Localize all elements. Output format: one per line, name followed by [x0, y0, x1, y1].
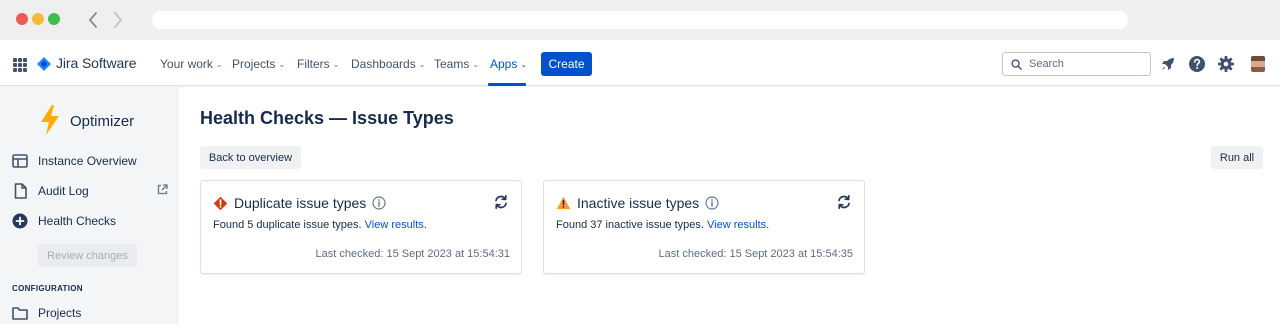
chevron-down-icon: ⌄	[215, 59, 223, 69]
sidebar-item-health-checks[interactable]: Health Checks	[12, 211, 172, 231]
jira-logo-icon[interactable]	[36, 56, 52, 72]
external-link-icon	[157, 184, 168, 198]
chevron-down-icon: ⌄	[278, 59, 286, 69]
table-layout-icon	[12, 153, 28, 169]
sidebar-item-projects[interactable]: Projects	[12, 303, 172, 323]
card-description: Found 37 inactive issue types. View resu…	[556, 219, 769, 231]
refresh-icon[interactable]	[493, 194, 509, 210]
back-to-overview-button[interactable]: Back to overview	[200, 146, 301, 169]
warning-icon	[556, 196, 571, 210]
app-name: Optimizer	[70, 113, 135, 130]
nav-your-work[interactable]: Your work ⌄	[160, 57, 223, 71]
nav-label: Dashboards	[351, 57, 416, 71]
nav-apps[interactable]: Apps ⌄	[490, 57, 527, 71]
app-switcher-icon[interactable]	[13, 58, 27, 72]
product-name[interactable]: Jira Software	[56, 55, 137, 71]
nav-label: Projects	[232, 57, 276, 71]
lightning-bolt-icon	[41, 105, 59, 135]
close-window-button[interactable]	[16, 13, 28, 25]
search-field[interactable]	[1002, 52, 1151, 76]
chevron-down-icon: ⌄	[472, 59, 480, 69]
info-icon[interactable]	[372, 196, 386, 210]
avatar[interactable]	[1251, 56, 1265, 72]
run-all-button[interactable]: Run all	[1211, 146, 1263, 169]
document-icon	[12, 183, 28, 199]
help-icon[interactable]	[1187, 54, 1207, 74]
top-navigation: Jira Software Your work ⌄ Projects ⌄ Filte…	[0, 42, 1280, 86]
search-icon	[1011, 58, 1022, 70]
view-results-link[interactable]: View results	[365, 219, 424, 231]
sidebar-item-label: Instance Overview	[38, 154, 137, 168]
sidebar-item-label: Health Checks	[38, 214, 117, 228]
maximize-window-button[interactable]	[48, 13, 60, 25]
nav-projects[interactable]: Projects ⌄	[232, 57, 285, 71]
health-check-card-duplicate: Duplicate issue types Found 5 duplicate …	[200, 180, 522, 274]
forward-arrow-icon[interactable]	[110, 10, 126, 30]
nav-label: Apps	[490, 57, 518, 71]
sidebar-item-label: Audit Log	[38, 184, 89, 198]
folder-icon	[12, 305, 28, 321]
configuration-heading: CONFIGURATION	[12, 284, 83, 293]
sidebar-item-audit-log[interactable]: Audit Log	[12, 181, 172, 201]
chevron-down-icon: ⌄	[418, 59, 426, 69]
info-icon[interactable]	[705, 196, 719, 210]
active-tab-indicator	[488, 83, 526, 86]
nav-teams[interactable]: Teams ⌄	[434, 57, 479, 71]
settings-icon[interactable]	[1216, 54, 1236, 74]
nav-label: Filters	[297, 57, 330, 71]
card-title: Inactive issue types	[577, 195, 700, 211]
view-results-link[interactable]: View results	[707, 219, 766, 231]
rocket-icon[interactable]	[1158, 54, 1178, 74]
minimize-window-button[interactable]	[32, 13, 44, 25]
error-icon	[213, 196, 228, 210]
nav-label: Teams	[434, 57, 470, 71]
refresh-icon[interactable]	[836, 194, 852, 210]
search-input[interactable]	[1029, 58, 1139, 70]
page-title: Health Checks — Issue Types	[200, 108, 454, 128]
card-description: Found 5 duplicate issue types. View resu…	[213, 219, 427, 231]
add-circle-icon	[12, 213, 28, 229]
card-title: Duplicate issue types	[234, 195, 367, 211]
nav-filters[interactable]: Filters ⌄	[297, 57, 339, 71]
browser-toolbar	[0, 0, 1280, 40]
description-text: Found 5 duplicate issue types.	[213, 219, 365, 231]
address-bar[interactable]	[152, 11, 1128, 29]
description-end: .	[766, 219, 770, 231]
last-checked-text: Last checked: 15 Sept 2023 at 15:54:31	[315, 248, 510, 260]
review-changes-button[interactable]: Review changes	[38, 244, 137, 267]
description-end: .	[423, 219, 427, 231]
create-button[interactable]: Create	[541, 52, 592, 76]
health-check-card-inactive: Inactive issue types Found 37 inactive i…	[543, 180, 865, 274]
chevron-down-icon: ⌄	[332, 59, 340, 69]
last-checked-text: Last checked: 15 Sept 2023 at 15:54:35	[658, 248, 853, 260]
sidebar: Optimizer Instance Overview Audit Log He…	[0, 86, 178, 324]
sidebar-item-instance-overview[interactable]: Instance Overview	[12, 151, 172, 171]
back-arrow-icon[interactable]	[85, 10, 101, 30]
sidebar-item-label: Projects	[38, 306, 82, 320]
nav-label: Your work	[160, 57, 213, 71]
nav-dashboards[interactable]: Dashboards ⌄	[351, 57, 425, 71]
chevron-down-icon: ⌄	[520, 59, 528, 69]
description-text: Found 37 inactive issue types.	[556, 219, 708, 231]
